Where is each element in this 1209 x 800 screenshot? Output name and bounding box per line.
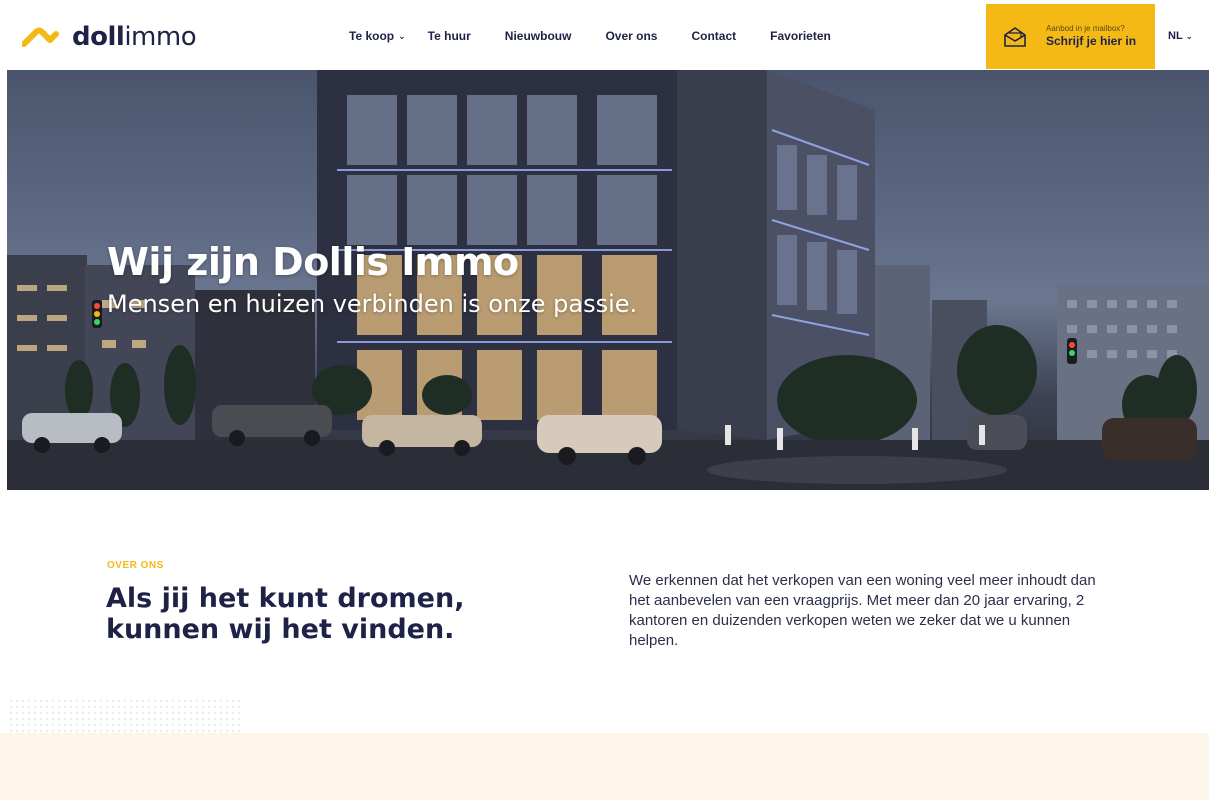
mail-icon (1004, 26, 1026, 47)
chevron-down-icon: ⌄ (1185, 31, 1194, 41)
nav-item-label: Favorieten (770, 29, 831, 43)
nav-item-contact[interactable]: Contact (691, 29, 736, 43)
newsletter-signup-button[interactable]: Aanbod in je mailbox? Schrijf je hier in (986, 4, 1155, 69)
nav-item-over-ons[interactable]: Over ons (605, 29, 657, 43)
section-title-line: Als jij het kunt dromen, (106, 583, 465, 614)
section-title: Als jij het kunt dromen, kunnen wij het … (106, 583, 546, 645)
hero-subtitle: Mensen en huizen verbinden is onze passi… (107, 290, 638, 318)
hero-title: Wij zijn Dollis Immo (107, 240, 519, 284)
language-label: NL (1168, 30, 1183, 42)
decorative-dot-pattern (8, 698, 244, 734)
nav-item-label: Contact (691, 29, 737, 43)
logo-text: dollimmo (72, 22, 197, 52)
nav-item-nieuwbouw[interactable]: Nieuwbouw (505, 29, 572, 43)
nav-item-favorieten[interactable]: Favorieten (770, 29, 831, 43)
section-label: OVER ONS (107, 560, 164, 571)
language-selector[interactable]: NL ⌄ (1168, 30, 1193, 42)
nav-item-label: Nieuwbouw (504, 29, 572, 43)
cta-main-text: Schrijf je hier in (1046, 34, 1137, 48)
roof-logo-icon (22, 27, 59, 47)
cta-small-text: Aanbod in je mailbox? (1046, 24, 1125, 33)
section-title-line: kunnen wij het vinden. (106, 614, 455, 645)
section-description: We erkennen dat het verkopen van een won… (629, 572, 1096, 649)
site-header: dollimmo Te koop ⌄ Te huur Nieuwbouw Ove… (0, 0, 1209, 70)
hero-banner: Wij zijn Dollis Immo Mensen en huizen ve… (7, 70, 1209, 490)
nav-item-te-koop[interactable]: Te koop ⌄ (349, 29, 406, 43)
logo[interactable]: dollimmo (22, 22, 197, 52)
nav-item-te-huur[interactable]: Te huur (428, 29, 471, 43)
chevron-down-icon: ⌄ (398, 30, 406, 41)
main-nav: Te koop ⌄ Te huur Nieuwbouw Over ons Con… (349, 29, 865, 43)
nav-item-label: Te huur (427, 29, 471, 43)
nav-item-label: Te koop (349, 29, 395, 43)
cream-section-background (0, 733, 1209, 800)
nav-item-label: Over ons (605, 29, 658, 43)
